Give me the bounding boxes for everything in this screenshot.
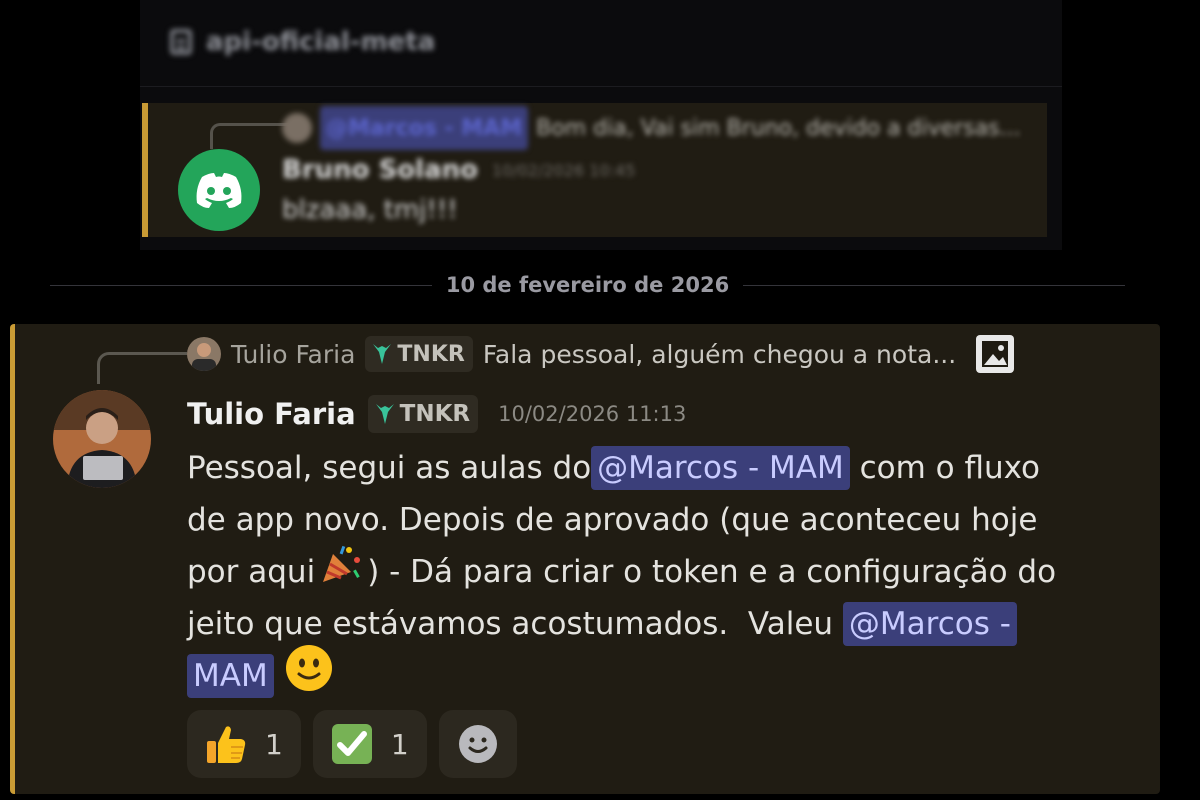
timestamp: 10/02/2026 11:13: [498, 402, 687, 426]
image-icon: [976, 335, 1015, 373]
add-reaction-button[interactable]: [438, 710, 517, 778]
reply-spine: [97, 352, 187, 384]
avatar[interactable]: [53, 390, 151, 488]
author-name[interactable]: Bruno Solano: [282, 155, 478, 185]
date-label: 10 de fevereiro de 2026: [445, 273, 730, 297]
tag-label: TNKR: [399, 401, 471, 427]
slight-smile-icon: [284, 643, 334, 709]
message-header: Bruno Solano 10/02/2026 10:45: [282, 155, 635, 185]
divider-line: [50, 284, 432, 286]
reaction-check-mark[interactable]: 1: [312, 710, 427, 778]
reply-text: Bom dia, Vai sim Bruno, devido a diversa…: [536, 115, 1021, 141]
date-divider: 10 de fevereiro de 2026: [50, 270, 1126, 300]
user-mention[interactable]: @Marcos - MAM: [591, 446, 850, 490]
reply-avatar[interactable]: [187, 337, 221, 371]
reply-author[interactable]: Tulio Faria: [231, 340, 355, 369]
thread-name: api-oficial-meta: [206, 27, 436, 57]
author-name[interactable]: Tulio Faria: [187, 397, 356, 431]
text-line: por aqui ) - Dá para criar o token e a c…: [187, 545, 1107, 598]
thumbs-up-icon: [207, 726, 246, 763]
divider-line: [743, 284, 1126, 286]
thread-header[interactable]: api-oficial-meta: [170, 22, 435, 62]
reaction-count: 1: [390, 727, 409, 761]
text-line: MAM: [187, 645, 1107, 702]
text-line: de app novo. Depois de aprovado (que aco…: [187, 494, 1107, 546]
divider: [140, 86, 1062, 87]
timestamp: 10/02/2026 10:45: [492, 160, 636, 180]
reaction-count: 1: [265, 727, 283, 761]
user-mention[interactable]: MAM: [187, 654, 274, 698]
text: ) - Dá para criar o token e a configuraç…: [367, 554, 1057, 590]
discord-logo-icon[interactable]: [178, 149, 260, 231]
tag-label: TNKR: [397, 341, 465, 367]
reply-text: Fala pessoal, alguém chegou a nota...: [482, 339, 957, 369]
text: por aqui: [187, 554, 316, 590]
user-mention[interactable]: @Marcos -: [842, 602, 1017, 646]
reply-spine: [210, 123, 290, 149]
check-mark-icon: [331, 724, 372, 764]
thread-card: api-oficial-meta @Marcos - MAM Bom dia, …: [140, 0, 1062, 250]
add-reaction-icon: [458, 725, 497, 763]
avatar[interactable]: [282, 113, 312, 143]
tnkr-badge-icon: [373, 344, 392, 364]
thread-icon: [170, 29, 192, 55]
previous-message[interactable]: @Marcos - MAM Bom dia, Vai sim Bruno, de…: [142, 103, 1047, 237]
message-text: blzaaa, tmj!!!: [282, 195, 458, 225]
party-popper-icon: [319, 542, 363, 602]
reply-mention[interactable]: @Marcos - MAM: [320, 106, 529, 150]
text: Pessoal, segui as aulas do: [187, 450, 592, 486]
server-tag[interactable]: TNKR: [365, 336, 473, 372]
message-header: Tulio Faria TNKR 10/02/2026 11:13: [187, 390, 686, 438]
reply-preview[interactable]: Tulio Faria TNKR Fala pessoal, alguém ch…: [187, 334, 1015, 374]
reply-preview[interactable]: @Marcos - MAM Bom dia, Vai sim Bruno, de…: [282, 106, 1021, 150]
tnkr-badge-icon: [375, 404, 394, 424]
highlighted-message[interactable]: Tulio Faria TNKR Fala pessoal, alguém ch…: [10, 324, 1160, 794]
text: com o fluxo: [849, 450, 1041, 486]
message-body: Pessoal, segui as aulas do @Marcos - MAM…: [187, 442, 1107, 702]
reactions-bar: 1 1: [187, 710, 517, 780]
discord-screen: api-oficial-meta @Marcos - MAM Bom dia, …: [0, 0, 1200, 800]
server-tag[interactable]: TNKR: [367, 395, 479, 433]
text: de app novo. Depois de aprovado (que aco…: [187, 502, 1038, 538]
reaction-thumbs-up[interactable]: 1: [187, 710, 301, 778]
text-line: Pessoal, segui as aulas do @Marcos - MAM…: [187, 442, 1107, 494]
